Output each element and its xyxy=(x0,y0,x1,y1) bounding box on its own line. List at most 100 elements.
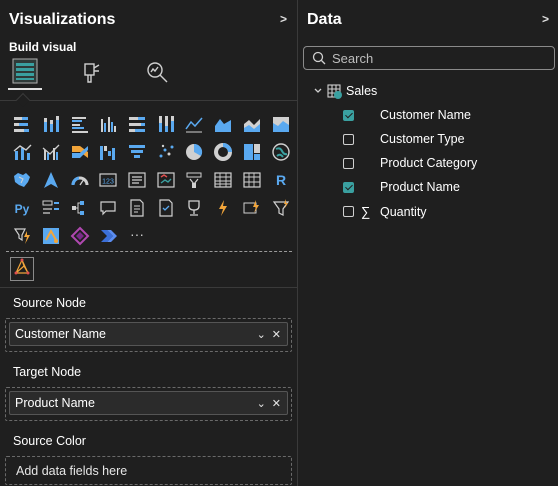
matrix-button[interactable] xyxy=(238,166,267,194)
100-stacked-area-chart-button[interactable] xyxy=(266,110,295,138)
svg-text:123: 123 xyxy=(103,179,115,186)
field-checkbox[interactable] xyxy=(343,181,354,193)
qa-visual-button[interactable] xyxy=(94,194,123,222)
fields-divider xyxy=(0,287,297,288)
field-name: Product Name xyxy=(380,180,460,194)
collapse-chevron-icon[interactable] xyxy=(313,86,323,96)
line-and-stacked-column-chart-button[interactable] xyxy=(8,138,37,166)
field-checkbox[interactable] xyxy=(343,109,354,121)
waterfall-chart-button[interactable] xyxy=(94,138,123,166)
funnel-chart-button[interactable] xyxy=(123,138,152,166)
target-node-field-name: Product Name xyxy=(15,396,95,410)
chevron-down-icon[interactable]: ⌄ xyxy=(257,328,266,341)
visual-gallery: 123 R Py ··· xyxy=(8,110,298,250)
stacked-area-chart-button[interactable] xyxy=(238,110,267,138)
power-automate-button[interactable] xyxy=(238,194,267,222)
100-stacked-column-chart-button[interactable] xyxy=(151,110,180,138)
paginated-report-button[interactable] xyxy=(151,194,180,222)
line-and-clustered-column-chart-button[interactable] xyxy=(37,138,66,166)
field-row-product-category[interactable]: Product Category xyxy=(343,156,477,170)
gauge-button[interactable] xyxy=(65,166,94,194)
data-title: Data xyxy=(307,11,342,28)
target-node-well[interactable]: Product Name ⌄ ✕ xyxy=(5,387,292,421)
format-visual-tab[interactable] xyxy=(74,58,108,90)
slicer-icon xyxy=(184,170,204,190)
field-checkbox[interactable] xyxy=(343,206,354,217)
visualizations-title: Visualizations xyxy=(9,11,116,28)
table-button[interactable] xyxy=(209,166,238,194)
r-script-visual-button[interactable]: R xyxy=(266,166,295,194)
python-visual-button[interactable]: Py xyxy=(8,194,37,222)
line-chart-button[interactable] xyxy=(180,110,209,138)
power-apps-diamond-button[interactable] xyxy=(65,222,94,250)
azure-map-button[interactable] xyxy=(37,166,66,194)
power-automate-chevron-button[interactable] xyxy=(94,222,123,250)
power-apps-button[interactable] xyxy=(209,194,238,222)
more-options-button[interactable]: ··· xyxy=(123,222,152,250)
clustered-column-chart-button[interactable] xyxy=(94,110,123,138)
card-button[interactable]: 123 xyxy=(94,166,123,194)
clustered-column-chart-icon xyxy=(98,114,118,134)
kpi-icon xyxy=(156,170,176,190)
target-node-field[interactable]: Product Name ⌄ ✕ xyxy=(9,391,288,415)
table-icon xyxy=(327,84,342,99)
sales-table-row[interactable]: Sales xyxy=(313,84,377,99)
area-chart-button[interactable] xyxy=(209,110,238,138)
chevron-down-icon[interactable]: ⌄ xyxy=(257,397,266,410)
table-selected-badge xyxy=(334,91,342,99)
more-options-icon: ··· xyxy=(127,226,147,246)
metrics-button[interactable] xyxy=(180,194,209,222)
collapse-visualizations-button[interactable]: > xyxy=(280,12,287,26)
decomposition-tree-button[interactable] xyxy=(65,194,94,222)
kpi-button[interactable] xyxy=(151,166,180,194)
field-row-quantity[interactable]: ∑ Quantity xyxy=(343,204,427,219)
source-node-well[interactable]: Customer Name ⌄ ✕ xyxy=(5,318,292,352)
custom-visual-button[interactable] xyxy=(266,194,295,222)
power-apps-diamond-icon xyxy=(70,226,90,246)
network-graph-visual-button[interactable] xyxy=(10,257,34,281)
field-checkbox[interactable] xyxy=(343,157,354,169)
clustered-bar-chart-button[interactable] xyxy=(65,110,94,138)
field-row-product-name[interactable]: Product Name xyxy=(343,180,460,194)
add-data-fields-placeholder: Add data fields here xyxy=(16,463,128,478)
field-row-customer-name[interactable]: Customer Name xyxy=(343,108,471,122)
source-node-field[interactable]: Customer Name ⌄ ✕ xyxy=(9,322,288,346)
remove-field-icon[interactable]: ✕ xyxy=(272,328,281,341)
slicer-button[interactable] xyxy=(180,166,209,194)
map-button[interactable] xyxy=(266,138,295,166)
get-more-visuals-button[interactable] xyxy=(8,222,37,250)
field-row-customer-type[interactable]: Customer Type xyxy=(343,132,465,146)
100-stacked-bar-chart-button[interactable] xyxy=(123,110,152,138)
svg-text:R: R xyxy=(275,172,285,188)
search-input[interactable] xyxy=(332,50,542,66)
collapse-data-button[interactable]: > xyxy=(542,12,549,26)
arcgis-map-button[interactable] xyxy=(37,222,66,250)
area-chart-icon xyxy=(213,114,233,134)
scatter-chart-button[interactable] xyxy=(151,138,180,166)
source-color-well[interactable]: Add data fields here xyxy=(5,456,292,485)
100-stacked-area-chart-icon xyxy=(271,114,291,134)
matrix-icon xyxy=(242,170,262,190)
field-checkbox[interactable] xyxy=(343,133,354,145)
line-and-stacked-column-chart-icon xyxy=(12,142,32,162)
ribbon-chart-button[interactable] xyxy=(65,138,94,166)
filled-map-button[interactable] xyxy=(8,166,37,194)
stacked-column-chart-button[interactable] xyxy=(37,110,66,138)
remove-field-icon[interactable]: ✕ xyxy=(272,397,281,410)
tabs-divider xyxy=(0,100,297,101)
smart-narrative-button[interactable] xyxy=(123,194,152,222)
key-influencers-button[interactable] xyxy=(37,194,66,222)
build-visual-tab[interactable] xyxy=(8,58,42,90)
search-box[interactable] xyxy=(303,46,555,70)
stacked-bar-chart-button[interactable] xyxy=(8,110,37,138)
build-visual-label: Build visual xyxy=(9,40,77,54)
pie-chart-button[interactable] xyxy=(180,138,209,166)
stacked-column-chart-icon xyxy=(41,114,61,134)
donut-chart-button[interactable] xyxy=(209,138,238,166)
custom-visual-icon xyxy=(271,198,291,218)
treemap-button[interactable] xyxy=(238,138,267,166)
multi-row-card-button[interactable] xyxy=(123,166,152,194)
analytics-tab[interactable] xyxy=(140,58,174,90)
visualizations-pane: Visualizations > Build visual 123 R Py ·… xyxy=(0,0,298,486)
field-name: Product Category xyxy=(380,156,478,170)
